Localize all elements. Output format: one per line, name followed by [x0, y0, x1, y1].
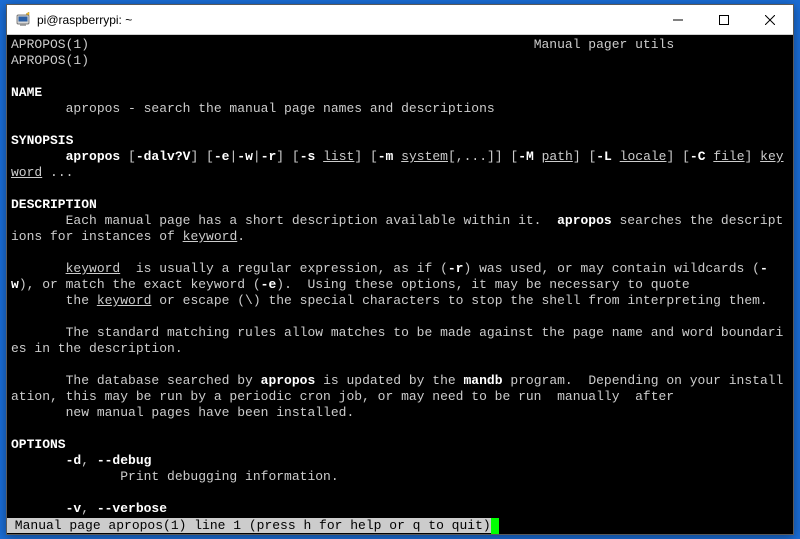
section-description: DESCRIPTION: [11, 197, 97, 212]
minimize-button[interactable]: [655, 5, 701, 34]
minimize-icon: [673, 15, 683, 25]
man-header: APROPOS(1) Manual pager utils APROPOS(1): [11, 37, 793, 68]
desc-para-3: The standard matching rules allow matche…: [11, 325, 783, 356]
close-button[interactable]: [747, 5, 793, 34]
opt-debug-desc: Print debugging information.: [120, 469, 338, 484]
section-synopsis: SYNOPSIS: [11, 133, 73, 148]
name-line: apropos - search the manual page names a…: [66, 101, 495, 116]
window-title: pi@raspberrypi: ~: [37, 13, 655, 27]
pager-status-line: Manual page apropos(1) line 1 (press h f…: [7, 518, 499, 534]
maximize-icon: [719, 15, 729, 25]
section-options: OPTIONS: [11, 437, 66, 452]
terminal-window: pi@raspberrypi: ~ APROPOS(1): [6, 4, 794, 535]
window-controls: [655, 5, 793, 34]
terminal-content[interactable]: APROPOS(1) Manual pager utils APROPOS(1)…: [7, 35, 793, 534]
titlebar[interactable]: pi@raspberrypi: ~: [7, 5, 793, 35]
cursor: [491, 518, 499, 534]
maximize-button[interactable]: [701, 5, 747, 34]
close-icon: [765, 15, 775, 25]
section-name: NAME: [11, 85, 42, 100]
putty-icon: [15, 12, 31, 28]
